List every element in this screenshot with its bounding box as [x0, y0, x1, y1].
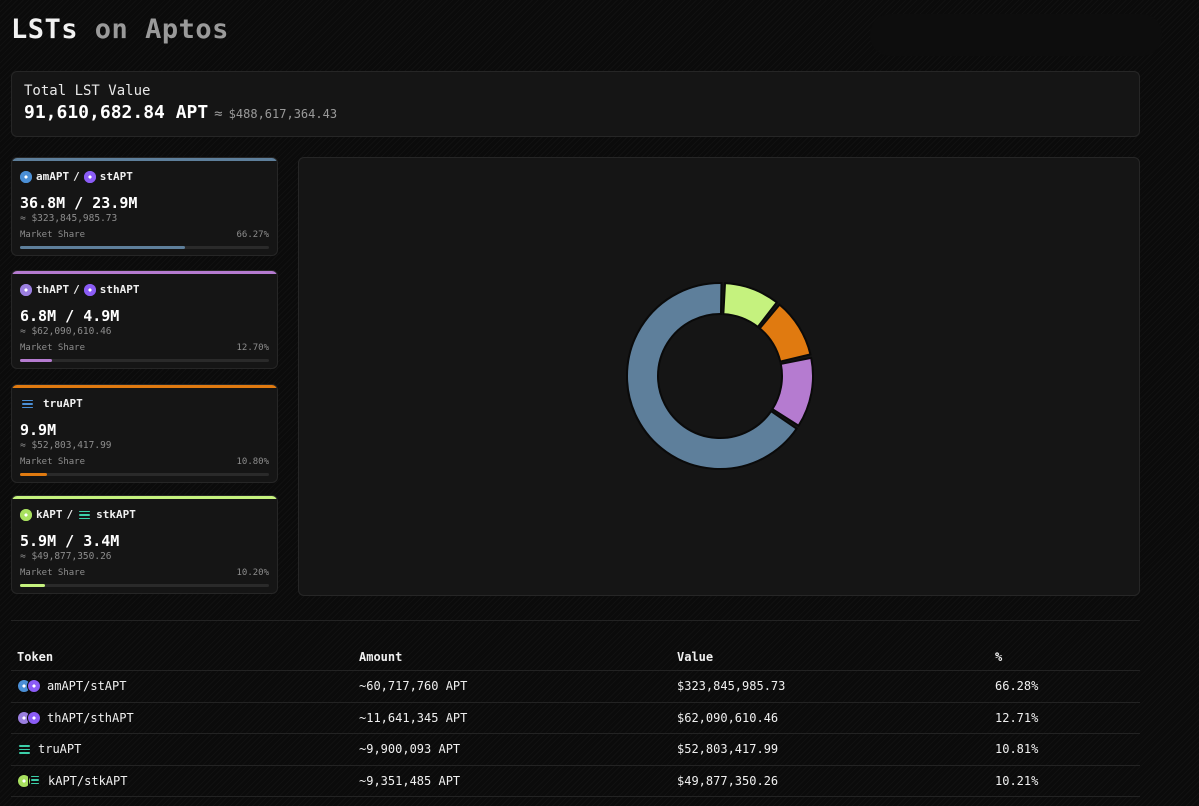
row-amount: ~9,900,093 APT	[359, 742, 461, 757]
title-main: LSTs	[11, 14, 79, 45]
kapt-token-icon	[20, 508, 32, 521]
pair-icons	[17, 679, 41, 694]
lst-card-amapt[interactable]: amAPT / stAPT 36.8M / 23.9M ≈ $323,845,9…	[11, 157, 278, 256]
card-separator: /	[73, 170, 80, 183]
card-amount: 6.8M / 4.9M	[20, 307, 120, 325]
row-value: $323,845,985.73	[677, 679, 786, 694]
market-share-fill	[20, 473, 47, 476]
stkapt-token-icon	[77, 510, 92, 520]
card-separator: /	[66, 508, 74, 521]
row-value: $49,877,350.26	[677, 773, 779, 788]
amapt-token-icon	[20, 170, 32, 183]
card-amount: 5.9M / 3.4M	[20, 532, 120, 550]
card-usd: ≈ $52,803,417.99	[20, 440, 112, 451]
card-separator: /	[73, 283, 80, 296]
market-share-bar	[20, 359, 269, 362]
truapt-token-icon	[17, 744, 32, 754]
market-share-fill	[20, 584, 46, 587]
donut-chart	[626, 282, 814, 470]
sthapt-token-icon	[83, 283, 96, 296]
card-usd: ≈ $323,845,985.73	[20, 213, 118, 224]
stkapt-token-icon	[28, 773, 42, 788]
row-value: $62,090,610.46	[677, 710, 779, 725]
row-token: kAPT/stkAPT	[48, 773, 128, 788]
market-share-percent: 10.20%	[236, 568, 269, 578]
section-divider	[11, 620, 1140, 621]
lst-card-truapt[interactable]: truAPT 9.9M ≈ $52,803,417.99 Market Shar…	[11, 384, 278, 483]
stapt-token-icon	[27, 679, 41, 694]
thapt-token-icon	[20, 283, 32, 296]
row-token: thAPT/sthAPT	[47, 710, 134, 725]
table-row[interactable]: amAPT/stAPT ~60,717,760 APT $323,845,985…	[11, 671, 1140, 703]
header-value[interactable]: Value	[677, 650, 995, 664]
market-share-bar	[20, 473, 269, 476]
pair-icons	[17, 710, 41, 725]
card-token-name-2: stkAPT	[96, 508, 136, 521]
market-share-label: Market Share	[20, 230, 86, 240]
row-amount: ~60,717,760 APT	[359, 679, 468, 694]
total-label: Total LST Value	[24, 83, 151, 99]
market-share-percent: 10.80%	[236, 457, 269, 467]
card-accent-bar	[12, 385, 277, 388]
table-row[interactable]: thAPT/sthAPT ~11,641,345 APT $62,090,610…	[11, 703, 1140, 734]
card-accent-bar	[12, 496, 277, 499]
total-usd-value: $488,617,364.43	[228, 107, 338, 121]
card-usd: ≈ $62,090,610.46	[20, 326, 112, 337]
sthapt-token-icon	[27, 710, 41, 725]
card-usd: ≈ $49,877,350.26	[20, 551, 112, 562]
lst-table: Token Amount Value % amAPT/stAPT ~60,717…	[11, 643, 1140, 797]
card-accent-bar	[12, 158, 277, 161]
title-sub: on Aptos	[94, 14, 229, 45]
market-share-percent: 12.70%	[236, 343, 269, 353]
market-share-label: Market Share	[20, 343, 86, 353]
card-token-name: thAPT	[36, 283, 70, 296]
row-percent: 10.81%	[995, 742, 1039, 757]
pair-icons	[17, 773, 42, 788]
header-token[interactable]: Token	[11, 650, 359, 664]
table-row[interactable]: kAPT/stkAPT ~9,351,485 APT $49,877,350.2…	[11, 766, 1140, 797]
market-share-percent: 66.27%	[236, 230, 269, 240]
table-header: Token Amount Value %	[11, 643, 1140, 671]
lst-card-thapt[interactable]: thAPT / sthAPT 6.8M / 4.9M ≈ $62,090,610…	[11, 270, 278, 369]
table-row[interactable]: truAPT ~9,900,093 APT $52,803,417.99 10.…	[11, 734, 1140, 766]
card-amount: 9.9M	[20, 421, 57, 439]
donut-chart-panel	[298, 157, 1140, 596]
card-token-name: kAPT	[36, 508, 63, 521]
card-amount: 36.8M / 23.9M	[20, 194, 138, 212]
row-amount: ~11,641,345 APT	[359, 710, 468, 725]
row-percent: 10.21%	[995, 773, 1039, 788]
row-percent: 66.28%	[995, 679, 1039, 694]
row-amount: ~9,351,485 APT	[359, 773, 461, 788]
market-share-label: Market Share	[20, 568, 86, 578]
row-value: $52,803,417.99	[677, 742, 779, 757]
market-share-bar	[20, 584, 269, 587]
market-share-label: Market Share	[20, 457, 86, 467]
header-percent[interactable]: %	[995, 650, 1140, 664]
card-token-name: amAPT	[36, 170, 70, 183]
total-lst-value-panel: Total LST Value 91,610,682.84 APT ≈ $488…	[11, 71, 1140, 137]
row-token: truAPT	[38, 742, 82, 757]
header-control-placeholder	[870, 14, 1162, 56]
row-percent: 12.71%	[995, 710, 1039, 725]
card-token-name-2: stAPT	[99, 170, 133, 183]
row-token: amAPT/stAPT	[47, 679, 127, 694]
page-title: LSTs on Aptos	[11, 14, 229, 45]
card-token-name: truAPT	[43, 397, 83, 410]
market-share-fill	[20, 359, 52, 362]
approx-symbol: ≈	[214, 106, 223, 122]
market-share-fill	[20, 246, 185, 249]
market-share-bar	[20, 246, 269, 249]
card-token-name-2: sthAPT	[99, 283, 140, 296]
card-accent-bar	[12, 271, 277, 274]
truapt-token-icon	[20, 399, 35, 409]
header-amount[interactable]: Amount	[359, 650, 677, 664]
lst-card-kapt[interactable]: kAPT / stkAPT 5.9M / 3.4M ≈ $49,877,350.…	[11, 495, 278, 594]
total-apt-value: 91,610,682.84 APT	[24, 102, 209, 123]
stapt-token-icon	[83, 170, 96, 183]
